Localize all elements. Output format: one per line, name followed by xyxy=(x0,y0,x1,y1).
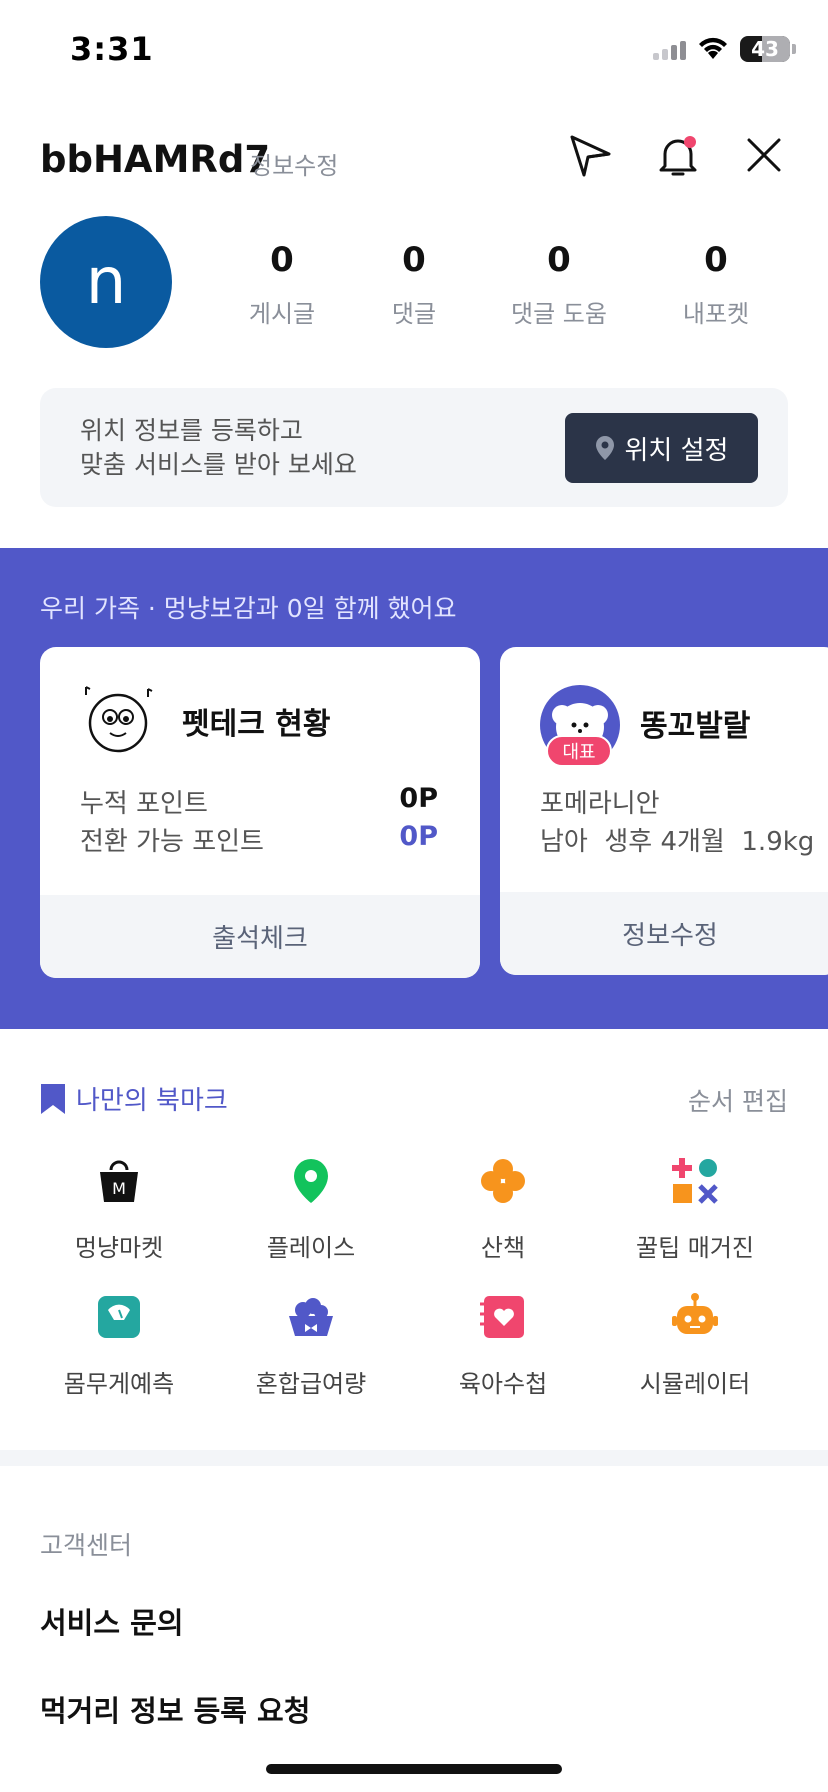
bookmark-item[interactable]: M 멍냥마켓 xyxy=(24,1156,214,1263)
convertible-points-value: 0P xyxy=(399,821,438,852)
pet-breed: 포메라니안 xyxy=(540,789,660,819)
pet-card[interactable]: 대표 똥꼬발랄 포메라니안 남아 생후 4개월 1.9kg 정보수정 xyxy=(500,647,828,975)
home-indicator[interactable] xyxy=(266,1764,562,1774)
scale-icon xyxy=(98,1296,140,1338)
bookmark-item[interactable]: 혼합급여량 xyxy=(216,1292,406,1399)
section-divider xyxy=(0,1450,828,1466)
stat-label: 댓글 xyxy=(391,300,437,328)
reorder-button[interactable]: 순서 편집 xyxy=(688,1082,788,1118)
stat-label: 내포켓 xyxy=(682,300,750,328)
username: bbHAMRd7 xyxy=(40,138,271,181)
location-line-1: 위치 정보를 등록하고 xyxy=(80,416,303,445)
close-icon[interactable] xyxy=(739,130,789,180)
attendance-check-button[interactable]: 출석체크 xyxy=(40,895,480,978)
battery-tip xyxy=(792,44,796,54)
clover-icon xyxy=(481,1159,525,1203)
pettech-title: 펫테크 현황 xyxy=(182,707,331,742)
bookmark-label: 플레이스 xyxy=(266,1234,356,1262)
shopping-bag-icon: M xyxy=(100,1160,138,1202)
bookmarks-title-label: 나만의 북마크 xyxy=(76,1086,228,1116)
stat-value: 0 xyxy=(547,240,571,280)
stat-posts[interactable]: 0 게시글 xyxy=(212,240,352,329)
set-location-button[interactable]: 위치 설정 xyxy=(565,413,758,483)
robot-icon xyxy=(672,1293,718,1334)
stat-comments[interactable]: 0 댓글 xyxy=(344,240,484,329)
bell-icon[interactable] xyxy=(653,130,703,180)
bookmark-icon xyxy=(41,1083,65,1114)
bookmark-label: 혼합급여량 xyxy=(255,1370,367,1398)
bookmark-label: 꿀팁 매거진 xyxy=(635,1234,755,1262)
wifi-icon xyxy=(699,37,727,59)
bookmark-item[interactable]: 시뮬레이터 xyxy=(600,1292,790,1399)
convertible-points-label: 전환 가능 포인트 xyxy=(80,827,264,857)
stat-comment-help[interactable]: 0 댓글 도움 xyxy=(489,240,629,329)
pettech-card[interactable]: 펫테크 현황 누적 포인트 0P 전환 가능 포인트 0P 출석체크 xyxy=(40,647,480,978)
accumulated-points-value: 0P xyxy=(399,783,438,814)
service-inquiry-link[interactable]: 서비스 문의 xyxy=(40,1600,184,1642)
location-pin-icon xyxy=(595,436,614,460)
accumulated-points-label: 누적 포인트 xyxy=(80,789,208,819)
location-card: 위치 정보를 등록하고 맞춤 서비스를 받아 보세요 위치 설정 xyxy=(40,388,788,507)
bookmark-item[interactable]: 육아수첩 xyxy=(408,1292,598,1399)
set-location-label: 위치 설정 xyxy=(624,435,729,466)
battery-icon: 43 xyxy=(740,36,790,62)
location-prompt: 위치 정보를 등록하고 맞춤 서비스를 받아 보세요 xyxy=(80,414,357,482)
pet-name: 똥꼬발랄 xyxy=(640,709,751,744)
svg-text:M: M xyxy=(112,1179,126,1198)
status-time: 3:31 xyxy=(70,30,154,68)
bookmark-item[interactable]: 산책 xyxy=(408,1156,598,1263)
bookmarks-title: 나만의 북마크 xyxy=(40,1080,228,1117)
status-icons: 43 xyxy=(653,34,796,64)
bookmark-item[interactable]: 플레이스 xyxy=(216,1156,406,1263)
food-info-request-link[interactable]: 먹거리 정보 등록 요청 xyxy=(40,1688,310,1730)
map-pin-icon xyxy=(294,1159,328,1203)
send-icon[interactable] xyxy=(565,130,615,180)
cellular-signal-icon xyxy=(653,38,686,60)
bookmark-label: 몸무게예측 xyxy=(63,1370,175,1398)
stat-value: 0 xyxy=(704,240,728,280)
bookmark-item[interactable]: 꿀팁 매거진 xyxy=(600,1156,790,1263)
representative-badge: 대표 xyxy=(546,735,612,767)
bookmark-label: 산책 xyxy=(480,1234,526,1262)
bookmark-label: 육아수첩 xyxy=(458,1370,548,1398)
bookmark-label: 시뮬레이터 xyxy=(639,1370,751,1398)
stat-label: 댓글 도움 xyxy=(511,300,607,328)
avatar[interactable]: n xyxy=(40,216,172,348)
family-section: 우리 가족 · 멍냥보감과 0일 함께 했어요 펫테크 현황 누적 포인트 0P… xyxy=(0,548,828,1029)
pet-details: 남아 생후 4개월 1.9kg xyxy=(540,827,815,857)
bookmark-label: 멍냥마켓 xyxy=(74,1234,164,1262)
location-line-2: 맞춤 서비스를 받아 보세요 xyxy=(80,450,357,479)
customer-center-title: 고객센터 xyxy=(40,1531,133,1560)
stat-my-pocket[interactable]: 0 내포켓 xyxy=(646,240,786,329)
pet-edit-button[interactable]: 정보수정 xyxy=(500,892,828,975)
stat-value: 0 xyxy=(270,240,294,280)
bookmark-item[interactable]: 몸무게예측 xyxy=(24,1292,214,1399)
notebook-icon xyxy=(480,1296,524,1338)
family-headline: 우리 가족 · 멍냥보감과 0일 함께 했어요 xyxy=(40,594,457,623)
character-icon xyxy=(85,686,153,753)
shapes-icon xyxy=(672,1158,718,1204)
food-bowl-icon xyxy=(289,1298,333,1336)
stat-value: 0 xyxy=(402,240,426,280)
edit-profile-link[interactable]: 정보수정 xyxy=(250,146,338,181)
stat-label: 게시글 xyxy=(248,300,316,328)
